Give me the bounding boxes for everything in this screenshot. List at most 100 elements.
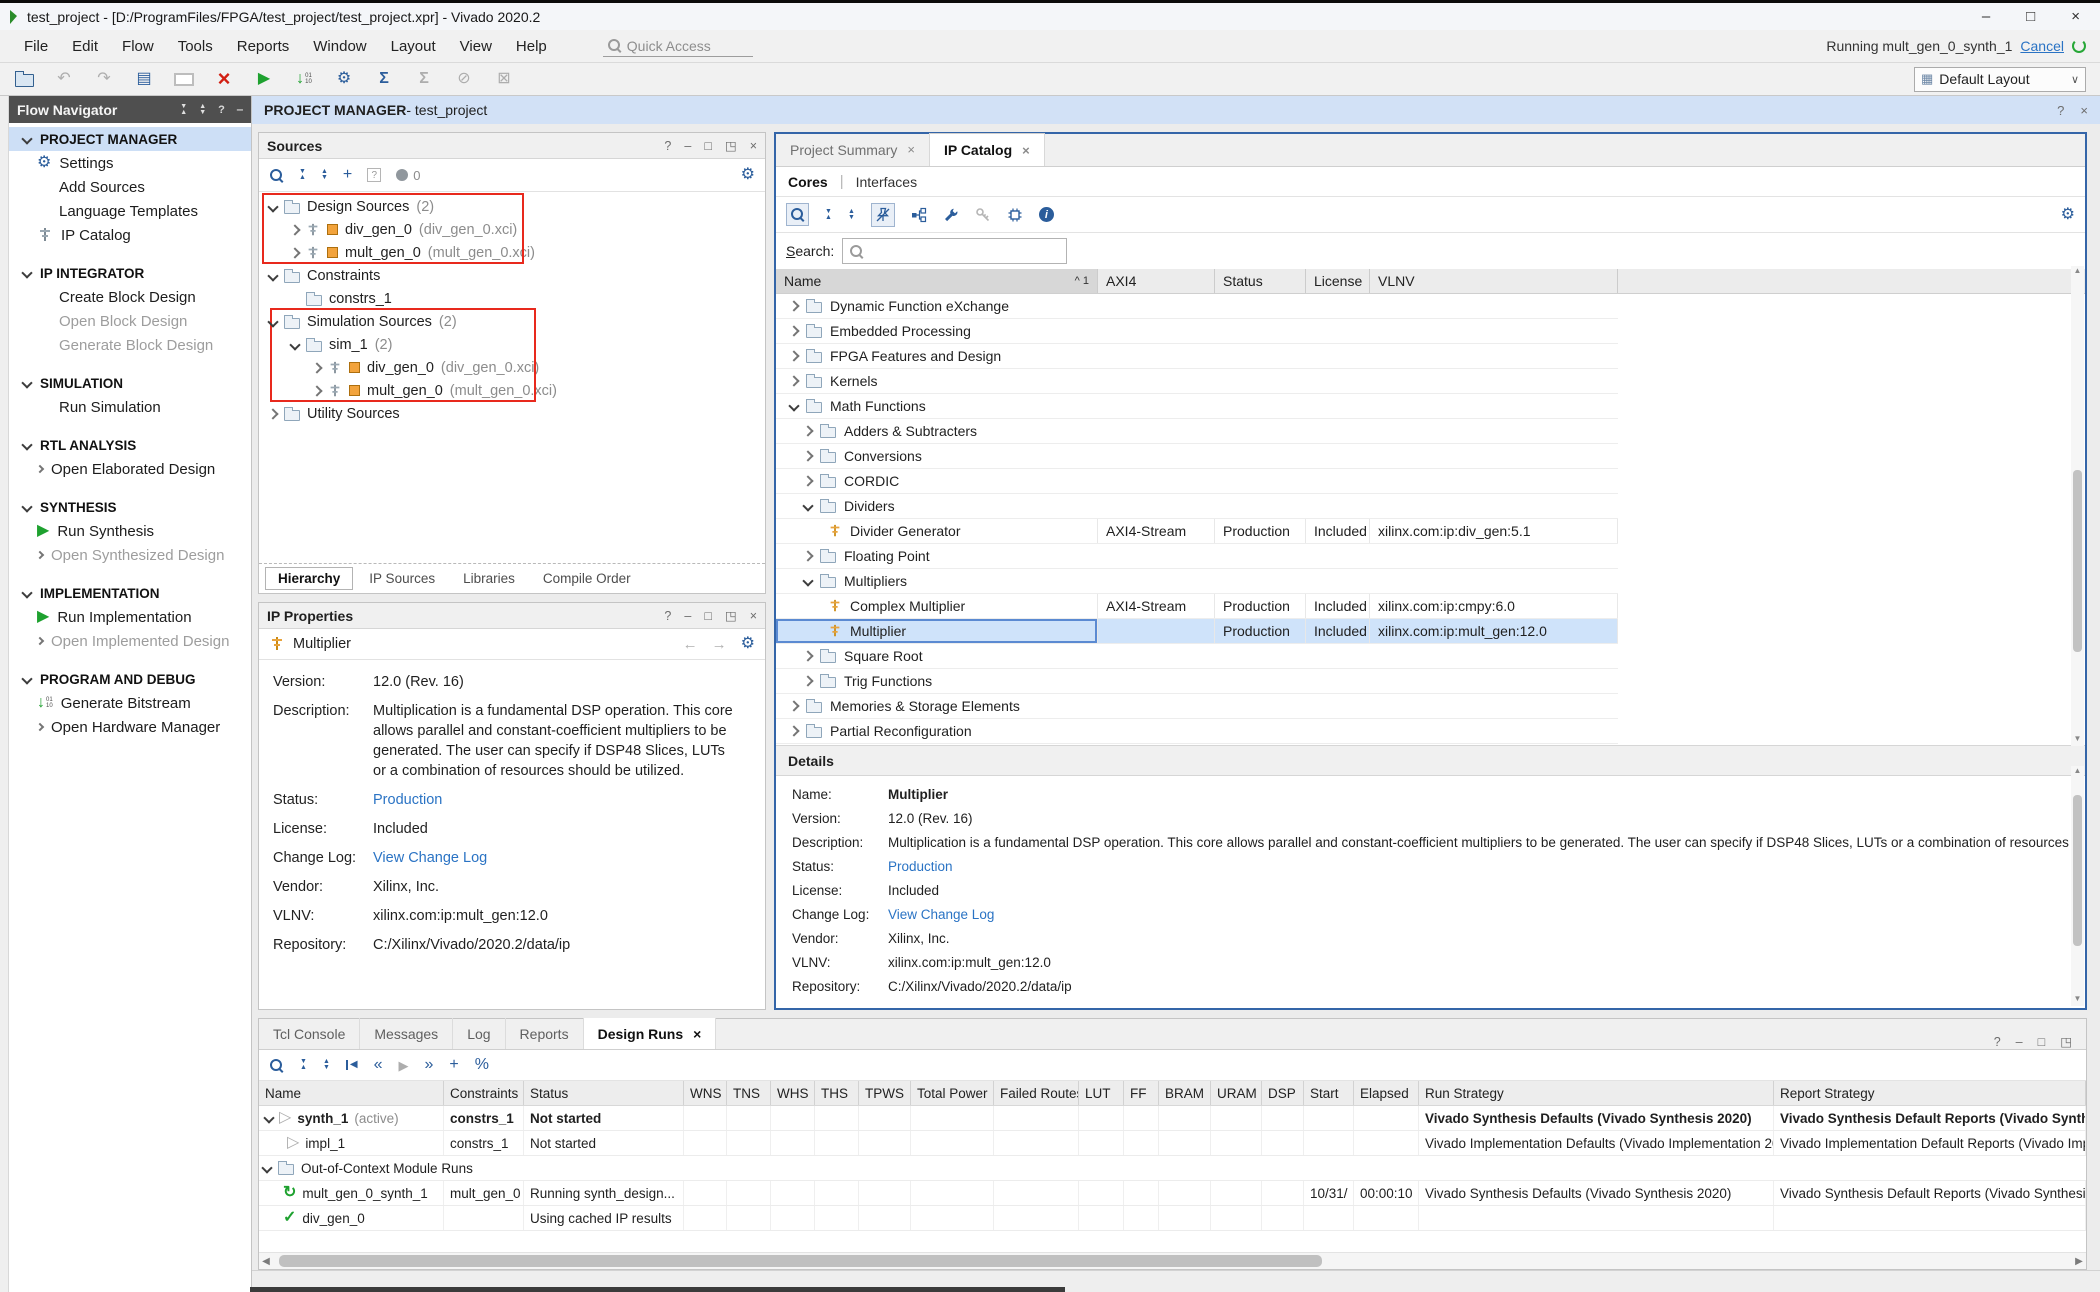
sidebar-item-run-synthesis[interactable]: ▶Run Synthesis: [9, 519, 251, 543]
catalog-row-multiplier[interactable]: MultiplierProductionIncludedxilinx.com:i…: [776, 619, 1618, 644]
search-icon[interactable]: [786, 203, 809, 226]
menu-flow[interactable]: Flow: [110, 34, 166, 59]
design-run-row-synth_1[interactable]: ▷synth_1(active)constrs_1Not startedViva…: [259, 1106, 2086, 1131]
catalog-category-trig-functions[interactable]: Trig Functions: [776, 669, 1618, 694]
properties-panel-float-icon[interactable]: ◳: [725, 608, 737, 623]
sidebar-item-add-sources[interactable]: Add Sources: [9, 175, 251, 199]
sources-panel-maximize-icon[interactable]: □: [704, 139, 712, 153]
tree-item-Utility Sources[interactable]: Utility Sources: [259, 402, 765, 425]
catalog-category-math-functions[interactable]: Math Functions: [776, 394, 1618, 419]
tab-reports[interactable]: Reports: [506, 1018, 584, 1049]
back-arrow-icon[interactable]: ←: [683, 636, 698, 653]
tab-hierarchy[interactable]: Hierarchy: [265, 567, 353, 590]
scroll-down-icon[interactable]: ▼: [2074, 994, 2082, 1006]
tree-item-mult_gen_0[interactable]: mult_gen_0(mult_gen_0.xci): [259, 241, 765, 264]
subtab-interfaces[interactable]: Interfaces: [856, 174, 917, 190]
sidebar-item-open-elaborated-design[interactable]: Open Elaborated Design: [9, 457, 251, 481]
bottom-panel-minimize-icon[interactable]: ‒: [2016, 1035, 2023, 1049]
tree-item-Constraints[interactable]: Constraints: [259, 264, 765, 287]
catalog-search-input[interactable]: [842, 238, 1067, 264]
properties-panel-maximize-icon[interactable]: □: [704, 609, 712, 623]
messages-badge-icon[interactable]: 0: [396, 168, 420, 183]
catalog-category-multipliers[interactable]: Multipliers: [776, 569, 1618, 594]
window-maximize-icon[interactable]: □: [2026, 8, 2035, 25]
catalog-category-kernels[interactable]: Kernels: [776, 369, 1618, 394]
column-header-constraints[interactable]: Constraints: [444, 1081, 524, 1105]
tab-ip-sources[interactable]: IP Sources: [357, 568, 447, 589]
tab-messages[interactable]: Messages: [360, 1018, 453, 1049]
catalog-row-divider-generator[interactable]: Divider GeneratorAXI4-StreamProductionIn…: [776, 519, 1618, 544]
tab-log[interactable]: Log: [453, 1018, 505, 1049]
sidebar-item-ip-catalog[interactable]: IP Catalog: [9, 223, 251, 247]
add-icon[interactable]: +: [343, 167, 352, 183]
column-header-status[interactable]: Status: [524, 1081, 684, 1105]
column-header-tpws[interactable]: TPWS: [859, 1081, 911, 1105]
column-header-tns[interactable]: TNS: [727, 1081, 771, 1105]
generate-bitstream-icon[interactable]: ↓0110: [294, 70, 314, 88]
flow-section-header[interactable]: SIMULATION: [9, 371, 251, 395]
close-icon[interactable]: ×: [1022, 143, 1030, 158]
menu-layout[interactable]: Layout: [379, 34, 448, 59]
column-header-start[interactable]: Start: [1304, 1081, 1354, 1105]
tree-item-sim_1[interactable]: sim_1(2): [259, 333, 765, 356]
play-icon[interactable]: ▶: [398, 1059, 408, 1072]
column-header-status[interactable]: Status: [1215, 269, 1306, 293]
menu-tools[interactable]: Tools: [166, 34, 225, 59]
search-icon[interactable]: [269, 168, 284, 183]
tab-ip-catalog[interactable]: IP Catalog×: [930, 133, 1045, 166]
sidebar-item-create-block-design[interactable]: Create Block Design: [9, 285, 251, 309]
menu-help[interactable]: Help: [504, 34, 559, 59]
property-value[interactable]: View Change Log: [373, 848, 487, 868]
flow-section-header[interactable]: PROJECT MANAGER: [9, 127, 251, 151]
catalog-category-conversions[interactable]: Conversions: [776, 444, 1618, 469]
column-header-axi4[interactable]: AXI4: [1098, 269, 1215, 293]
add-icon[interactable]: +: [449, 1057, 458, 1073]
column-header-wns[interactable]: WNS: [684, 1081, 727, 1105]
sidebar-item-open-hardware-manager[interactable]: Open Hardware Manager: [9, 715, 251, 739]
tree-item-Design Sources[interactable]: Design Sources(2): [259, 195, 765, 218]
generate-bitstream-icon[interactable]: ↓0110: [37, 694, 53, 712]
column-header-elapsed[interactable]: Elapsed: [1354, 1081, 1419, 1105]
tree-item-div_gen_0[interactable]: div_gen_0(div_gen_0.xci): [259, 218, 765, 241]
sidebar-item-generate-bitstream[interactable]: ↓0110Generate Bitstream: [9, 691, 251, 715]
column-header-license[interactable]: License: [1306, 269, 1370, 293]
disabled-attach-icon[interactable]: ⊘: [454, 71, 474, 87]
help-icon[interactable]: ?: [218, 104, 225, 116]
report-utilization-icon[interactable]: Σ: [374, 71, 394, 87]
catalog-category-cordic[interactable]: CORDIC: [776, 469, 1618, 494]
column-header-total-power[interactable]: Total Power: [911, 1081, 994, 1105]
cancel-run-link[interactable]: Cancel: [2020, 38, 2064, 54]
tree-item-Simulation Sources[interactable]: Simulation Sources(2): [259, 310, 765, 333]
info-icon[interactable]: i: [1039, 207, 1054, 222]
sidebar-item-language-templates[interactable]: Language Templates: [9, 199, 251, 223]
catalog-category-fpga-features-and-design[interactable]: FPGA Features and Design: [776, 344, 1618, 369]
column-header-whs[interactable]: WHS: [771, 1081, 815, 1105]
column-header-dsp[interactable]: DSP: [1262, 1081, 1304, 1105]
collapse-all-icon[interactable]: ▼▲: [300, 1059, 307, 1071]
step-forward-icon[interactable]: »: [424, 1057, 433, 1073]
scroll-left-icon[interactable]: ◀: [259, 1256, 273, 1267]
flow-section-header[interactable]: PROGRAM AND DEBUG: [9, 667, 251, 691]
sidebar-item-open-implemented-design[interactable]: Open Implemented Design: [9, 629, 251, 653]
gear-icon[interactable]: ⚙: [741, 636, 755, 652]
flow-section-header[interactable]: SYNTHESIS: [9, 495, 251, 519]
sources-panel-close-icon[interactable]: ×: [750, 139, 757, 153]
context-help-icon[interactable]: ?: [2057, 103, 2064, 118]
flow-section-header[interactable]: IMPLEMENTATION: [9, 581, 251, 605]
collapse-all-icon[interactable]: ▼▲: [299, 169, 306, 181]
close-icon[interactable]: ×: [693, 1026, 701, 1042]
sidebar-item-generate-block-design[interactable]: Generate Block Design: [9, 333, 251, 357]
details-value[interactable]: View Change Log: [888, 906, 994, 923]
design-run-row-mult_gen_0_synth_1[interactable]: ↻mult_gen_0_synth_1mult_gen_0Running syn…: [259, 1181, 2086, 1206]
catalog-category-adders-&-subtracters[interactable]: Adders & Subtracters: [776, 419, 1618, 444]
layout-selector[interactable]: ▦ Default Layout ∨: [1914, 67, 2086, 92]
hierarchy-icon[interactable]: [911, 207, 927, 223]
stop-run-icon[interactable]: ×: [214, 68, 234, 90]
flow-section-header[interactable]: RTL ANALYSIS: [9, 433, 251, 457]
sources-panel-help-icon[interactable]: ?: [664, 139, 671, 153]
bottom-panel-float-icon[interactable]: ◳: [2060, 1034, 2072, 1049]
menu-reports[interactable]: Reports: [225, 34, 302, 59]
catalog-category-embedded-processing[interactable]: Embedded Processing: [776, 319, 1618, 344]
ip-catalog-icon[interactable]: [37, 227, 53, 243]
tab-design-runs[interactable]: Design Runs×: [584, 1018, 717, 1049]
